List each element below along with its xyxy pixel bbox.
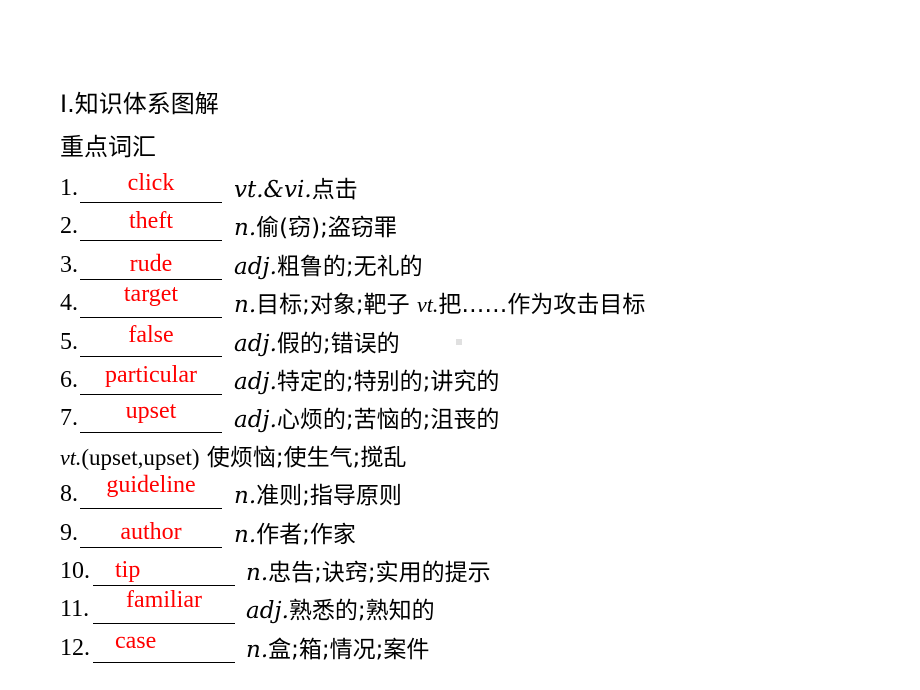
answer-text: author bbox=[120, 519, 182, 545]
definition: n.目标;对象;靶子 vt.把……作为攻击目标 bbox=[234, 285, 645, 319]
definition: n.忠告;诀窍;实用的提示 bbox=[246, 553, 491, 587]
meaning: 使烦恼;使生气;搅乱 bbox=[199, 445, 407, 471]
item-number: 8. bbox=[60, 481, 78, 507]
section-title: Ⅰ.知识体系图解 bbox=[60, 84, 219, 119]
item-number: 9. bbox=[60, 520, 78, 546]
meaning: 准则;指导原则 bbox=[256, 483, 402, 509]
part-of-speech: adj. bbox=[234, 369, 277, 395]
meaning: 作者;作家 bbox=[256, 522, 356, 548]
part-of-speech-2: vt. bbox=[416, 292, 439, 317]
meaning: 盒;箱;情况;案件 bbox=[268, 637, 430, 663]
answer-blank: click bbox=[80, 170, 222, 203]
answer-text: case bbox=[115, 628, 157, 654]
part-of-speech: n. bbox=[234, 292, 257, 318]
part-of-speech: vt.&vi. bbox=[234, 177, 312, 203]
definition: adj.心烦的;苦恼的;沮丧的 bbox=[234, 400, 499, 434]
item-number: 4. bbox=[60, 290, 78, 316]
item-number: 6. bbox=[60, 367, 78, 393]
answer-text: theft bbox=[129, 208, 173, 234]
part-of-speech: n. bbox=[234, 215, 257, 241]
definition: n.作者;作家 bbox=[234, 515, 356, 549]
definition: adj.特定的;特别的;讲究的 bbox=[234, 362, 499, 396]
vocab-item: 9. author n.作者;作家 bbox=[60, 515, 860, 553]
item-number: 10. bbox=[60, 558, 90, 584]
answer-text: particular bbox=[105, 362, 197, 388]
item-number: 2. bbox=[60, 213, 78, 239]
meaning: 忠告;诀窍;实用的提示 bbox=[268, 560, 491, 586]
answer-blank: case bbox=[93, 628, 235, 663]
definition: vt.&vi.点击 bbox=[234, 170, 358, 204]
answer-text: guideline bbox=[106, 472, 196, 498]
item-number: 7. bbox=[60, 405, 78, 431]
part-of-speech: n. bbox=[234, 483, 257, 509]
answer-text: click bbox=[127, 170, 175, 196]
answer-text: target bbox=[123, 281, 179, 307]
meaning: 假的;错误的 bbox=[276, 331, 400, 357]
vocab-item: 8. guideline n.准则;指导原则 bbox=[60, 472, 860, 514]
meaning: 熟悉的;熟知的 bbox=[288, 598, 435, 624]
answer-text: tip bbox=[115, 557, 141, 583]
answer-blank: particular bbox=[80, 362, 222, 395]
definition: adj.熟悉的;熟知的 bbox=[246, 591, 435, 625]
item-number: 11. bbox=[60, 596, 90, 622]
answer-blank: tip bbox=[93, 555, 235, 586]
definition: n.盒;箱;情况;案件 bbox=[246, 630, 429, 664]
meaning: 粗鲁的;无礼的 bbox=[276, 254, 423, 280]
verb-forms: (upset,upset) bbox=[81, 445, 200, 470]
meaning: 目标;对象;靶子 bbox=[256, 292, 417, 318]
answer-blank: false bbox=[80, 322, 222, 357]
vocab-item: 10. tip n.忠告;诀窍;实用的提示 bbox=[60, 553, 860, 591]
answer-text: false bbox=[128, 322, 174, 348]
vocab-item: 2. theft n.偷(窃);盗窃罪 bbox=[60, 208, 860, 246]
item-number: 5. bbox=[60, 329, 78, 355]
vocab-item: 3. rude adj.粗鲁的;无礼的 bbox=[60, 247, 860, 285]
vocab-item: 1. click vt.&vi.点击 bbox=[60, 170, 860, 208]
answer-blank: target bbox=[80, 281, 222, 318]
item-number: 12. bbox=[60, 635, 90, 661]
vocab-item: 12. case n.盒;箱;情况;案件 bbox=[60, 628, 860, 668]
subtitle: 重点词汇 bbox=[60, 133, 156, 161]
definition: adj.假的;错误的 bbox=[234, 324, 400, 358]
meaning: 点击 bbox=[311, 177, 358, 203]
vocab-item: 4. target n.目标;对象;靶子 vt.把……作为攻击目标 bbox=[60, 281, 860, 323]
answer-blank: theft bbox=[80, 208, 222, 241]
part-of-speech: vt. bbox=[60, 445, 82, 470]
answer-text: rude bbox=[129, 251, 173, 277]
answer-blank: rude bbox=[80, 249, 222, 280]
part-of-speech: adj. bbox=[246, 598, 289, 624]
answer-text: upset bbox=[125, 398, 177, 424]
answer-blank: author bbox=[80, 517, 222, 548]
definition: adj.粗鲁的;无礼的 bbox=[234, 247, 423, 281]
meaning: 心烦的;苦恼的;沮丧的 bbox=[276, 407, 500, 433]
decorative-dot bbox=[456, 339, 462, 345]
answer-text: familiar bbox=[126, 587, 202, 613]
part-of-speech: n. bbox=[234, 522, 257, 548]
definition: n.准则;指导原则 bbox=[234, 476, 402, 510]
vocab-item: 7. upset adj.心烦的;苦恼的;沮丧的 bbox=[60, 398, 860, 438]
definition: vt.(upset,upset) 使烦恼;使生气;搅乱 bbox=[60, 438, 406, 472]
item-number: 3. bbox=[60, 252, 78, 278]
item-number: 1. bbox=[60, 175, 78, 201]
meaning-2: 把……作为攻击目标 bbox=[438, 292, 646, 318]
vocab-item: 6. particular adj.特定的;特别的;讲究的 bbox=[60, 362, 860, 400]
part-of-speech: adj. bbox=[234, 407, 277, 433]
section-title-text: .知识体系图解 bbox=[67, 90, 219, 118]
part-of-speech: adj. bbox=[234, 331, 277, 357]
answer-blank: upset bbox=[80, 398, 222, 433]
meaning: 特定的;特别的;讲究的 bbox=[276, 369, 500, 395]
answer-blank: familiar bbox=[93, 587, 235, 624]
answer-blank: guideline bbox=[80, 472, 222, 509]
meaning: 偷(窃);盗窃罪 bbox=[256, 215, 397, 241]
vocab-item: 11. familiar adj.熟悉的;熟知的 bbox=[60, 587, 860, 629]
part-of-speech: adj. bbox=[234, 254, 277, 280]
part-of-speech: n. bbox=[246, 637, 269, 663]
part-of-speech: n. bbox=[246, 560, 269, 586]
vocab-item-extra: vt.(upset,upset) 使烦恼;使生气;搅乱 bbox=[60, 438, 860, 476]
definition: n.偷(窃);盗窃罪 bbox=[234, 208, 397, 242]
